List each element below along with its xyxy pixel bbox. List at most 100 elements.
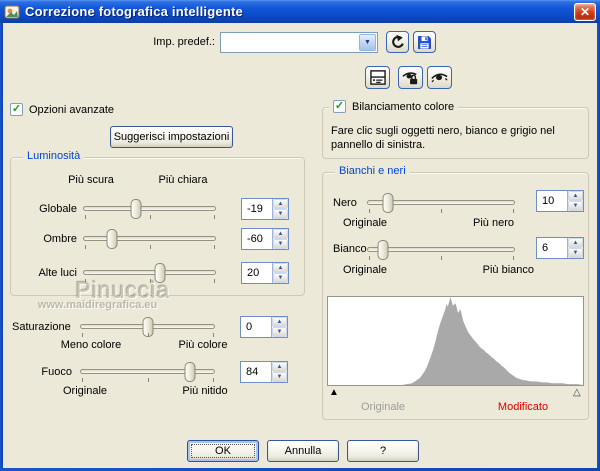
- more-color-label: Più colore: [178, 339, 228, 351]
- black-slider-thumb[interactable]: [382, 193, 394, 213]
- shadows-slider-thumb[interactable]: [106, 229, 117, 249]
- advanced-options-label: Opzioni avanzate: [29, 103, 114, 116]
- help-button-label: ?: [379, 445, 387, 457]
- sharper-label: Più nitido: [182, 385, 228, 397]
- overall-label: Globale: [39, 203, 77, 215]
- help-button[interactable]: ?: [347, 440, 419, 462]
- preset-value: [221, 33, 358, 52]
- focus-original-label: Originale: [62, 385, 108, 397]
- blacks-whites-group-title: Bianchi e neri: [335, 165, 410, 177]
- spin-down-icon[interactable]: ▼: [568, 201, 583, 211]
- overall-slider[interactable]: [83, 199, 216, 219]
- close-button[interactable]: ✕: [574, 3, 596, 21]
- highlights-spinbox[interactable]: 20 ▲ ▼: [241, 262, 289, 284]
- title-bar[interactable]: Correzione fotografica intelligente: [0, 0, 600, 23]
- spin-down-icon[interactable]: ▼: [273, 239, 288, 249]
- spin-up-icon[interactable]: ▲: [273, 199, 288, 209]
- reset-arrow-icon: [391, 34, 404, 48]
- spin-down-icon[interactable]: ▼: [272, 327, 287, 337]
- black-spinbox[interactable]: 10 ▲ ▼: [536, 190, 584, 212]
- overall-spinbox[interactable]: -19 ▲ ▼: [241, 198, 289, 220]
- chevron-down-icon[interactable]: ▼: [359, 34, 376, 51]
- color-balance-description: Fare clic sugli oggetti nero, bianco e g…: [331, 125, 555, 151]
- blacks-whites-group: Bianchi e neri Nero 10 ▲ ▼ Originale Più …: [322, 165, 589, 420]
- window-border-left: [0, 23, 3, 471]
- lighter-header: Più chiara: [158, 174, 208, 186]
- suggest-settings-button[interactable]: Suggerisci impostazioni: [110, 126, 233, 148]
- spin-down-icon[interactable]: ▼: [568, 248, 583, 258]
- proof-button[interactable]: [427, 66, 452, 89]
- white-value[interactable]: 6: [537, 238, 567, 258]
- color-balance-checkbox[interactable]: ✓ Bilanciamento colore: [329, 100, 459, 113]
- darker-header: Più scura: [68, 174, 114, 186]
- watermark-url: www.maidiregrafica.eu: [37, 299, 158, 311]
- preset-label: Imp. predef.:: [153, 36, 215, 48]
- saturation-value[interactable]: 0: [241, 317, 271, 337]
- white-spinbox[interactable]: 6 ▲ ▼: [536, 237, 584, 259]
- focus-value[interactable]: 84: [241, 362, 271, 382]
- shadows-spinbox[interactable]: -60 ▲ ▼: [241, 228, 289, 250]
- saturation-spinbox[interactable]: 0 ▲ ▼: [240, 316, 288, 338]
- eye-icon: [431, 73, 448, 83]
- saturation-slider[interactable]: [80, 317, 215, 337]
- shadows-label: Ombre: [43, 233, 77, 245]
- color-balance-label: Bilanciamento colore: [352, 100, 455, 113]
- histogram-modified-label: Modificato: [497, 401, 549, 413]
- shadows-slider[interactable]: [83, 229, 216, 249]
- more-black-label: Più nero: [473, 217, 514, 229]
- shadows-value[interactable]: -60: [242, 229, 272, 249]
- save-floppy-icon: [418, 35, 431, 49]
- more-white-label: Più bianco: [482, 264, 534, 276]
- spin-up-icon[interactable]: ▲: [272, 362, 287, 372]
- advanced-options-checkbox[interactable]: ✓ Opzioni avanzate: [10, 103, 114, 116]
- color-balance-group: ✓ Bilanciamento colore Fare clic sugli o…: [322, 100, 589, 159]
- histogram-curve: [328, 297, 583, 385]
- auto-proof-button[interactable]: [398, 66, 423, 89]
- spin-up-icon[interactable]: ▲: [568, 191, 583, 201]
- preview-panes-icon: [369, 70, 386, 85]
- preview-panes-button[interactable]: [365, 66, 390, 89]
- black-original-label: Originale: [343, 217, 388, 229]
- save-preset-button[interactable]: [413, 31, 436, 53]
- preset-dropdown[interactable]: ▼: [220, 32, 378, 53]
- histogram: [327, 296, 584, 386]
- white-label: Bianco: [333, 243, 367, 255]
- spin-up-icon[interactable]: ▲: [568, 238, 583, 248]
- smart-photo-fix-dialog: Correzione fotografica intelligente ✕ Im…: [0, 0, 600, 471]
- saturation-label: Saturazione: [12, 321, 71, 333]
- cancel-button-label: Annulla: [284, 445, 322, 457]
- focus-slider-thumb[interactable]: [184, 362, 196, 382]
- spin-up-icon[interactable]: ▲: [272, 317, 287, 327]
- highlights-slider[interactable]: [83, 263, 216, 283]
- eye-lock-icon: [402, 71, 418, 84]
- highlights-value[interactable]: 20: [242, 263, 272, 283]
- app-icon: [4, 5, 20, 18]
- overall-slider-thumb[interactable]: [130, 199, 142, 219]
- black-value[interactable]: 10: [537, 191, 567, 211]
- white-slider-thumb[interactable]: [377, 240, 389, 260]
- brightness-group: Luminosità Più scura Più chiara Globale …: [10, 150, 305, 296]
- ok-button-label: OK: [215, 445, 231, 457]
- spin-down-icon[interactable]: ▼: [272, 372, 287, 382]
- reset-preset-button[interactable]: [386, 31, 409, 53]
- spin-up-icon[interactable]: ▲: [273, 229, 288, 239]
- focus-spinbox[interactable]: 84 ▲ ▼: [240, 361, 288, 383]
- window-title: Correzione fotografica intelligente: [25, 4, 243, 19]
- spin-down-icon[interactable]: ▼: [273, 209, 288, 219]
- white-point-marker-icon[interactable]: △: [573, 387, 581, 398]
- focus-label: Fuoco: [41, 366, 72, 378]
- ok-button[interactable]: OK: [187, 440, 259, 462]
- focus-slider[interactable]: [80, 362, 215, 382]
- overall-value[interactable]: -19: [242, 199, 272, 219]
- black-point-marker-icon[interactable]: ▲: [329, 387, 339, 398]
- white-original-label: Originale: [343, 264, 388, 276]
- spin-down-icon[interactable]: ▼: [273, 273, 288, 283]
- spin-up-icon[interactable]: ▲: [273, 263, 288, 273]
- white-slider[interactable]: [367, 240, 515, 260]
- cancel-button[interactable]: Annulla: [267, 440, 339, 462]
- checkbox-check-icon[interactable]: ✓: [10, 103, 23, 116]
- checkbox-check-icon[interactable]: ✓: [333, 100, 346, 113]
- less-color-label: Meno colore: [60, 339, 122, 351]
- brightness-group-title: Luminosità: [23, 150, 85, 162]
- black-slider[interactable]: [367, 193, 515, 213]
